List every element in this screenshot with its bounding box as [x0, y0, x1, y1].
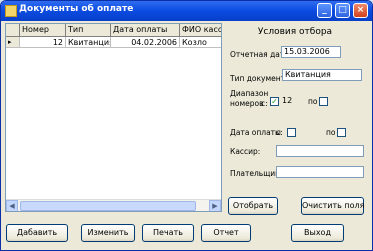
report-date-field[interactable]: 15.03.2006: [281, 46, 341, 58]
title-bar[interactable]: Документы об оплате _ □ ×: [1, 1, 372, 21]
cell-date[interactable]: 04.02.2006: [111, 37, 180, 48]
column-header-cashier[interactable]: ФИО касс: [180, 24, 221, 36]
cell-number[interactable]: 12: [20, 37, 66, 48]
scroll-left-icon[interactable]: ◀: [6, 200, 18, 211]
payer-label: Плательщик: [230, 169, 280, 178]
add-button[interactable]: Дабавить: [6, 224, 68, 242]
documents-grid[interactable]: Номер Тип Дата оплаты ФИО касс ▸ 12 Квит…: [5, 23, 222, 212]
filter-panel: Условия отбора Отчетная дата: 15.03.2006…: [224, 23, 368, 215]
scrollbar-thumb[interactable]: [20, 201, 196, 211]
range-from-checkbox[interactable]: ✓: [270, 97, 279, 106]
payer-field[interactable]: [276, 166, 364, 178]
column-header-type[interactable]: Тип: [66, 24, 111, 36]
minimize-button[interactable]: _: [317, 3, 332, 18]
pay-date-from-checkbox[interactable]: [287, 128, 296, 137]
column-header-date[interactable]: Дата оплаты: [111, 24, 180, 36]
column-header-number[interactable]: Номер: [20, 24, 66, 36]
doc-type-label: Тип документа: [230, 74, 290, 83]
horizontal-scrollbar[interactable]: ◀ ▶: [6, 199, 221, 211]
doc-type-field[interactable]: Квитанция: [282, 69, 362, 81]
grid-header: Номер Тип Дата оплаты ФИО касс: [6, 24, 221, 37]
row-indicator-icon: ▸: [6, 37, 20, 48]
window-icon: [5, 5, 17, 17]
range-from-label: с:: [261, 99, 268, 108]
main-window: Документы об оплате _ □ × Номер Тип Дата…: [0, 0, 373, 251]
filter-title: Условия отбора: [257, 27, 333, 37]
cell-cashier[interactable]: Козло: [180, 37, 221, 48]
cashier-field[interactable]: [276, 145, 364, 157]
exit-button[interactable]: Выход: [291, 224, 344, 242]
window-title: Документы об оплате: [19, 4, 134, 14]
scroll-right-icon[interactable]: ▶: [209, 200, 221, 211]
close-button[interactable]: ×: [353, 3, 368, 18]
print-button[interactable]: Печать: [142, 224, 194, 242]
range-to-label: по: [308, 97, 318, 106]
pay-date-label: Дата оплаты: [230, 128, 281, 137]
range-to-checkbox[interactable]: [319, 97, 328, 106]
range-label-line1: Диапазон: [230, 89, 269, 98]
pay-date-from-label: с:: [276, 128, 283, 137]
cashier-label: Кассир:: [230, 147, 261, 156]
row-indicator-header: [6, 24, 20, 36]
clear-fields-button[interactable]: Очистить поля: [301, 197, 364, 215]
pay-date-to-label: по: [326, 128, 336, 137]
maximize-button[interactable]: □: [335, 3, 350, 18]
select-button[interactable]: Отобрать: [228, 197, 278, 215]
edit-button[interactable]: Изменить: [81, 224, 135, 242]
cell-type[interactable]: Квитанция: [66, 37, 111, 48]
report-button[interactable]: Отчет: [201, 224, 251, 242]
range-label-line2: номеров: [230, 99, 264, 108]
pay-date-to-checkbox[interactable]: [337, 128, 346, 137]
range-from-value[interactable]: 12: [282, 96, 292, 105]
